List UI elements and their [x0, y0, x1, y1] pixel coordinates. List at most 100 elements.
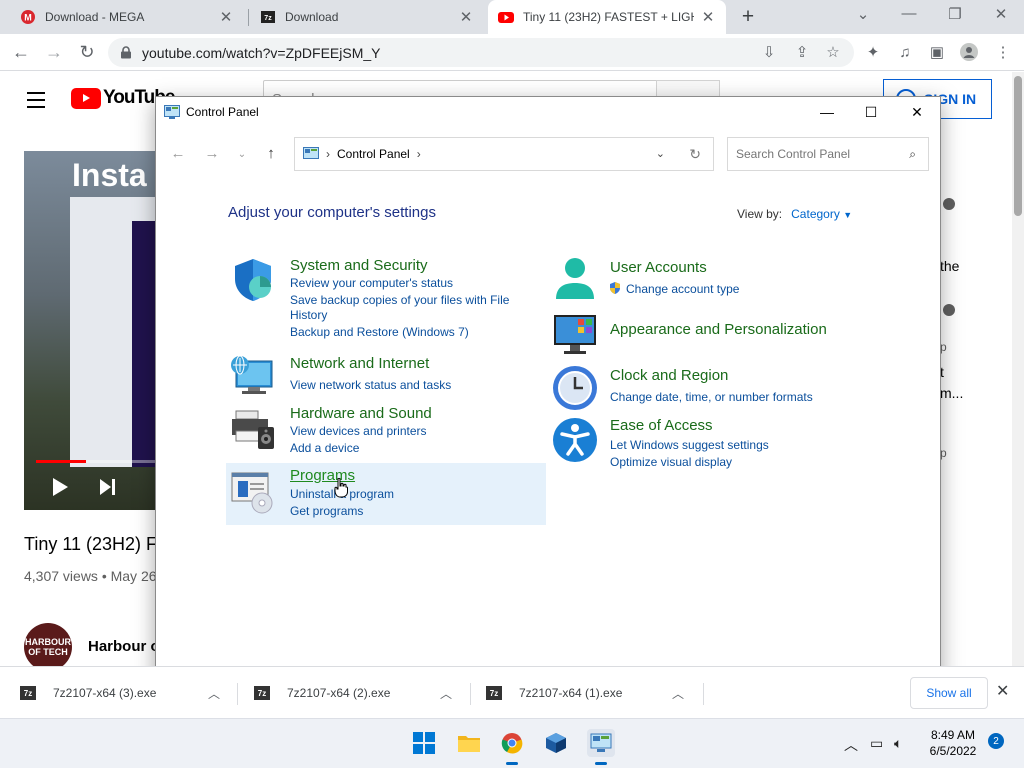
back-icon[interactable]: ←: [168, 145, 188, 162]
bookmark-star-icon[interactable]: ☆: [824, 43, 842, 61]
tab-mega[interactable]: M Download - MEGA ✕: [10, 0, 244, 34]
breadcrumb[interactable]: Control Panel: [337, 147, 410, 161]
play-icon[interactable]: [50, 477, 70, 497]
shield-icon: [235, 259, 271, 301]
category-link[interactable]: Save backup copies of your files with Fi…: [290, 293, 509, 307]
category-link[interactable]: Add a device: [290, 441, 359, 455]
close-icon[interactable]: ✕: [996, 681, 1009, 701]
tab-close-icon[interactable]: ✕: [218, 8, 234, 26]
clock[interactable]: 8:49 AM 6/5/2022: [920, 727, 986, 759]
category-title[interactable]: User Accounts: [610, 259, 707, 276]
category-link[interactable]: Get programs: [290, 504, 363, 518]
tab-close-icon[interactable]: ✕: [458, 8, 474, 26]
tab-download[interactable]: 7z Download ✕: [250, 0, 484, 34]
file-explorer-button[interactable]: [455, 729, 483, 757]
close-window-icon[interactable]: ✕: [988, 5, 1014, 23]
window-titlebar[interactable]: Control Panel — ☐ ✕: [156, 97, 940, 127]
breadcrumb-chevron-icon[interactable]: ›: [417, 147, 421, 161]
address-dropdown-icon[interactable]: ⌄: [656, 147, 665, 160]
video-progress-bar[interactable]: [36, 460, 164, 463]
lock-icon: [121, 46, 131, 59]
video-player[interactable]: Insta: [24, 151, 164, 510]
media-control-icon[interactable]: ♫: [896, 43, 914, 61]
chevron-up-icon[interactable]: ︿: [440, 685, 452, 702]
category-link[interactable]: Let Windows suggest settings: [610, 438, 769, 452]
user-icon: [556, 258, 594, 299]
profile-avatar-icon[interactable]: [960, 43, 978, 61]
mega-icon: M: [21, 10, 35, 24]
more-menu-icon[interactable]: ⋮: [994, 43, 1012, 61]
category-title[interactable]: Clock and Region: [610, 367, 728, 384]
address-field[interactable]: › Control Panel › ⌄ ↻: [294, 137, 714, 171]
forward-icon[interactable]: →: [202, 145, 222, 162]
minimize-icon[interactable]: —: [896, 5, 922, 22]
category-link[interactable]: Optimize visual display: [610, 455, 732, 469]
network-icon[interactable]: ▭: [870, 735, 883, 752]
minimize-icon[interactable]: —: [804, 97, 850, 127]
divider: [237, 683, 238, 705]
category-network-and-internet: Network and Internet View network status…: [230, 355, 530, 401]
category-title[interactable]: Hardware and Sound: [290, 405, 432, 422]
category-title[interactable]: System and Security: [290, 257, 428, 274]
category-link[interactable]: History: [290, 308, 327, 322]
show-all-button[interactable]: Show all: [910, 677, 988, 709]
monitor-icon: [554, 315, 596, 354]
next-icon[interactable]: [98, 478, 118, 496]
youtube-play-icon: [71, 87, 101, 109]
reload-icon[interactable]: ↻: [76, 41, 98, 63]
category-link[interactable]: Review your computer's status: [290, 276, 453, 290]
new-tab-button[interactable]: +: [736, 5, 760, 29]
view-by-label: View by:: [737, 207, 783, 221]
virtualbox-button[interactable]: [542, 729, 570, 757]
page-scrollbar[interactable]: [1012, 72, 1024, 684]
window-title: Control Panel: [186, 105, 259, 119]
start-button[interactable]: [410, 729, 438, 757]
tab-close-icon[interactable]: ✕: [700, 8, 716, 26]
extensions-icon[interactable]: ✦: [864, 43, 882, 61]
tab-search-chevron-icon[interactable]: ⌄: [850, 5, 876, 23]
close-icon[interactable]: ✕: [894, 97, 940, 127]
download-item[interactable]: 7z 7z2107-x64 (2).exe ︿: [254, 667, 464, 719]
control-panel-taskbar-button[interactable]: [587, 729, 615, 765]
notification-badge[interactable]: 2: [988, 733, 1004, 749]
search-icon[interactable]: ⌕: [909, 147, 916, 162]
category-title[interactable]: Network and Internet: [290, 355, 429, 372]
chevron-up-icon[interactable]: ︿: [208, 685, 220, 702]
address-bar[interactable]: youtube.com/watch?v=ZpDFEEjSM_Y: [108, 38, 854, 67]
recent-chevron-icon[interactable]: ⌄: [232, 149, 252, 160]
menu-icon[interactable]: [27, 92, 45, 113]
channel-name[interactable]: Harbour of: [88, 638, 165, 655]
view-by-dropdown[interactable]: Category ▼: [791, 207, 852, 221]
verified-icon: [943, 304, 955, 316]
chevron-up-icon[interactable]: ︿: [672, 685, 684, 702]
maximize-icon[interactable]: ☐: [848, 97, 894, 127]
category-link[interactable]: Backup and Restore (Windows 7): [290, 325, 469, 339]
scrollbar-thumb[interactable]: [1014, 76, 1022, 216]
download-item[interactable]: 7z 7z2107-x64 (1).exe ︿: [486, 667, 696, 719]
category-link[interactable]: View network status and tasks: [290, 378, 451, 392]
view-by: View by: Category ▼: [737, 207, 852, 221]
search-control-panel-input[interactable]: Search Control Panel ⌕: [727, 137, 929, 171]
category-link[interactable]: Change date, time, or number formats: [610, 390, 813, 404]
side-panel-icon[interactable]: ▣: [928, 43, 946, 61]
chrome-button[interactable]: [498, 729, 526, 765]
restore-icon[interactable]: ❐: [942, 5, 968, 23]
forward-icon[interactable]: →: [43, 41, 65, 63]
category-title[interactable]: Ease of Access: [610, 417, 713, 434]
tab-youtube[interactable]: Tiny 11 (23H2) FASTEST + LIGHTI ✕: [488, 0, 726, 34]
refresh-icon[interactable]: ↻: [689, 146, 701, 163]
show-hidden-icons-chevron-icon[interactable]: ︿: [844, 735, 858, 755]
channel-avatar[interactable]: HARBOUR OF TECH: [24, 623, 72, 671]
install-icon[interactable]: ⇩: [760, 43, 778, 61]
category-link[interactable]: View devices and printers: [290, 424, 427, 438]
date: 6/5/2022: [929, 744, 977, 758]
category-title[interactable]: Appearance and Personalization: [610, 321, 827, 338]
navigation-bar: ← → ⌄ ↑ › Control Panel › ⌄ ↻ Search Con…: [156, 137, 940, 173]
back-icon[interactable]: ←: [10, 41, 32, 63]
download-item[interactable]: 7z 7z2107-x64 (3).exe ︿: [20, 667, 230, 719]
volume-icon[interactable]: 🔈︎: [894, 735, 902, 752]
share-icon[interactable]: ⇪: [793, 43, 811, 61]
category-link[interactable]: Change account type: [626, 282, 739, 296]
up-icon[interactable]: ↑: [261, 145, 281, 162]
category-programs[interactable]: Programs Uninstall a program Get program…: [226, 463, 546, 525]
